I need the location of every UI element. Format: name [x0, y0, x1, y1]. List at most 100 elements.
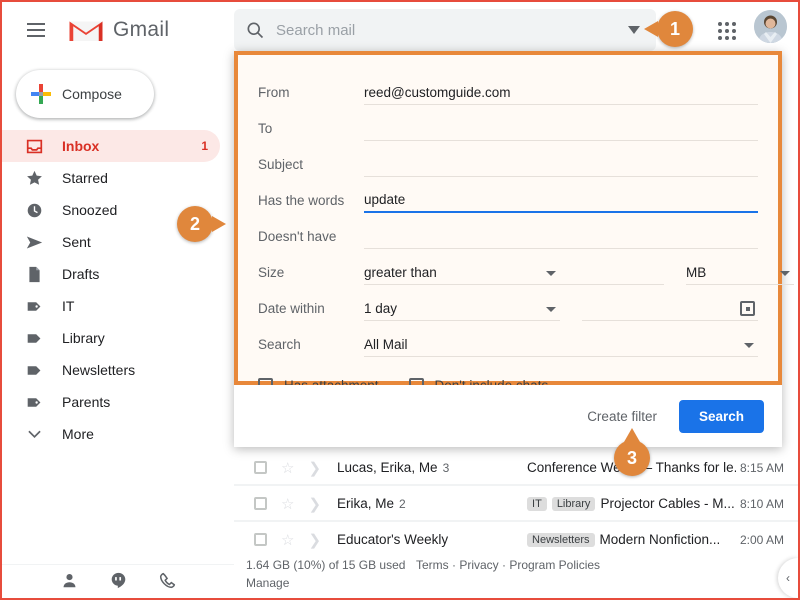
label-icon — [24, 392, 44, 412]
advanced-search-fields: From To Subject Has the words — [234, 51, 782, 385]
callout-2: 2 — [177, 206, 213, 242]
send-icon — [24, 232, 44, 252]
footer-links[interactable]: Terms · Privacy · Program Policies — [416, 558, 600, 572]
field-label: Has the words — [258, 193, 364, 213]
field-label: Size — [258, 265, 364, 285]
size-amount-input[interactable] — [560, 260, 664, 285]
field-label: Date within — [258, 301, 364, 321]
search-icon[interactable] — [234, 9, 276, 51]
gmail-window: Gmail — [0, 0, 800, 600]
phone-icon[interactable] — [159, 572, 176, 594]
sidebar-item-library[interactable]: Library — [2, 322, 220, 354]
row-time: 2:00 AM — [736, 533, 798, 547]
label-icon — [24, 328, 44, 348]
callout-3: 3 — [614, 440, 650, 476]
sidebar: Compose Inbox 1 Starred — [2, 58, 234, 564]
row-checkbox[interactable] — [254, 461, 267, 474]
sidebar-item-it[interactable]: IT — [2, 290, 220, 322]
size-unit-select[interactable]: MB — [686, 260, 794, 285]
calendar-icon[interactable] — [740, 301, 755, 316]
important-marker-icon[interactable]: ❯ — [308, 531, 321, 549]
label-chip: IT — [527, 497, 547, 511]
row-checkbox[interactable] — [254, 497, 267, 510]
row-time: 8:15 AM — [736, 461, 798, 475]
subject-field-line[interactable] — [364, 152, 758, 177]
sidebar-item-label: Parents — [62, 394, 208, 410]
clock-icon — [24, 200, 44, 220]
table-row[interactable]: ☆ ❯ Erika, Me2 IT Library Projector Cabl… — [234, 486, 798, 522]
label-chip: Library — [552, 497, 596, 511]
doesnt-have-field-line[interactable] — [364, 224, 758, 249]
chevron-down-icon[interactable] — [546, 271, 556, 276]
advanced-search-panel: From To Subject Has the words — [234, 51, 782, 447]
from-field[interactable] — [364, 85, 758, 104]
from-field-line[interactable] — [364, 80, 758, 105]
sidebar-item-parents[interactable]: Parents — [2, 386, 220, 418]
field-label: From — [258, 85, 364, 105]
manage-storage-link[interactable]: Manage — [246, 576, 289, 590]
size-comparator-value: greater than — [364, 265, 437, 284]
table-row[interactable]: ☆ ❯ Lucas, Erika, Me3 Conference Week — … — [234, 450, 798, 486]
field-label: Doesn't have — [258, 229, 364, 249]
row-senders: Lucas, Erika, Me3 — [337, 460, 527, 475]
sidebar-item-drafts[interactable]: Drafts — [2, 258, 220, 290]
field-row-has-the-words: Has the words — [258, 177, 758, 213]
sidebar-nav-list: Inbox 1 Starred Snoozed — [2, 130, 234, 450]
has-the-words-field-line[interactable] — [364, 188, 758, 213]
sidebar-item-label: IT — [62, 298, 208, 314]
mail-footer: 1.64 GB (10%) of 15 GB used Terms · Priv… — [234, 550, 798, 600]
date-input[interactable] — [582, 296, 758, 321]
row-checkbox[interactable] — [254, 533, 267, 546]
advanced-search-actions: Create filter Search — [234, 385, 782, 447]
row-thread-count: 3 — [443, 461, 450, 475]
sidebar-item-label: More — [62, 426, 208, 442]
sidebar-item-newsletters[interactable]: Newsletters — [2, 354, 220, 386]
sidebar-item-more[interactable]: More — [2, 418, 220, 450]
row-thread-count: 2 — [399, 497, 406, 511]
size-comparator-select[interactable]: greater than — [364, 260, 560, 285]
sidebar-item-label: Inbox — [62, 138, 201, 154]
date-range-value: 1 day — [364, 301, 397, 320]
field-label: Search — [258, 337, 364, 357]
has-the-words-field[interactable] — [364, 192, 758, 211]
sidebar-item-starred[interactable]: Starred — [2, 162, 220, 194]
important-marker-icon[interactable]: ❯ — [308, 495, 321, 513]
to-field[interactable] — [364, 121, 758, 140]
sidebar-item-label: Starred — [62, 170, 208, 186]
row-subject: Newsletters Modern Nonfiction... — [527, 532, 736, 547]
important-marker-icon[interactable]: ❯ — [308, 459, 321, 477]
subject-field[interactable] — [364, 157, 758, 176]
row-time: 8:10 AM — [736, 497, 798, 511]
person-icon[interactable] — [61, 572, 78, 594]
star-icon[interactable]: ☆ — [281, 495, 294, 513]
inbox-unread-count: 1 — [201, 139, 220, 153]
chevron-down-icon[interactable] — [546, 307, 556, 312]
search-bar[interactable] — [234, 9, 656, 51]
field-row-from: From — [258, 69, 758, 105]
create-filter-button[interactable]: Create filter — [587, 409, 657, 424]
hamburger-icon[interactable] — [14, 8, 58, 52]
callout-1: 1 — [657, 11, 693, 47]
sidebar-footer-icons — [2, 564, 234, 600]
apps-grid-icon[interactable] — [710, 14, 744, 48]
doesnt-have-field[interactable] — [364, 229, 758, 248]
field-label: Subject — [258, 157, 364, 177]
search-scope-select[interactable]: All Mail — [364, 332, 758, 357]
date-range-select[interactable]: 1 day — [364, 296, 560, 321]
label-chip: Newsletters — [527, 533, 594, 547]
search-input[interactable] — [276, 22, 612, 39]
field-label: To — [258, 121, 364, 141]
star-icon[interactable]: ☆ — [281, 531, 294, 549]
chevron-down-icon[interactable] — [780, 271, 790, 276]
document-icon — [24, 264, 44, 284]
to-field-line[interactable] — [364, 116, 758, 141]
sidebar-item-label: Drafts — [62, 266, 208, 282]
hangouts-icon[interactable] — [110, 572, 127, 594]
compose-button[interactable]: Compose — [16, 70, 154, 118]
avatar[interactable] — [754, 10, 787, 43]
sidebar-item-inbox[interactable]: Inbox 1 — [2, 130, 220, 162]
chevron-down-icon[interactable] — [744, 343, 754, 348]
search-button[interactable]: Search — [679, 400, 764, 433]
star-icon[interactable]: ☆ — [281, 459, 294, 477]
inbox-icon — [24, 136, 44, 156]
